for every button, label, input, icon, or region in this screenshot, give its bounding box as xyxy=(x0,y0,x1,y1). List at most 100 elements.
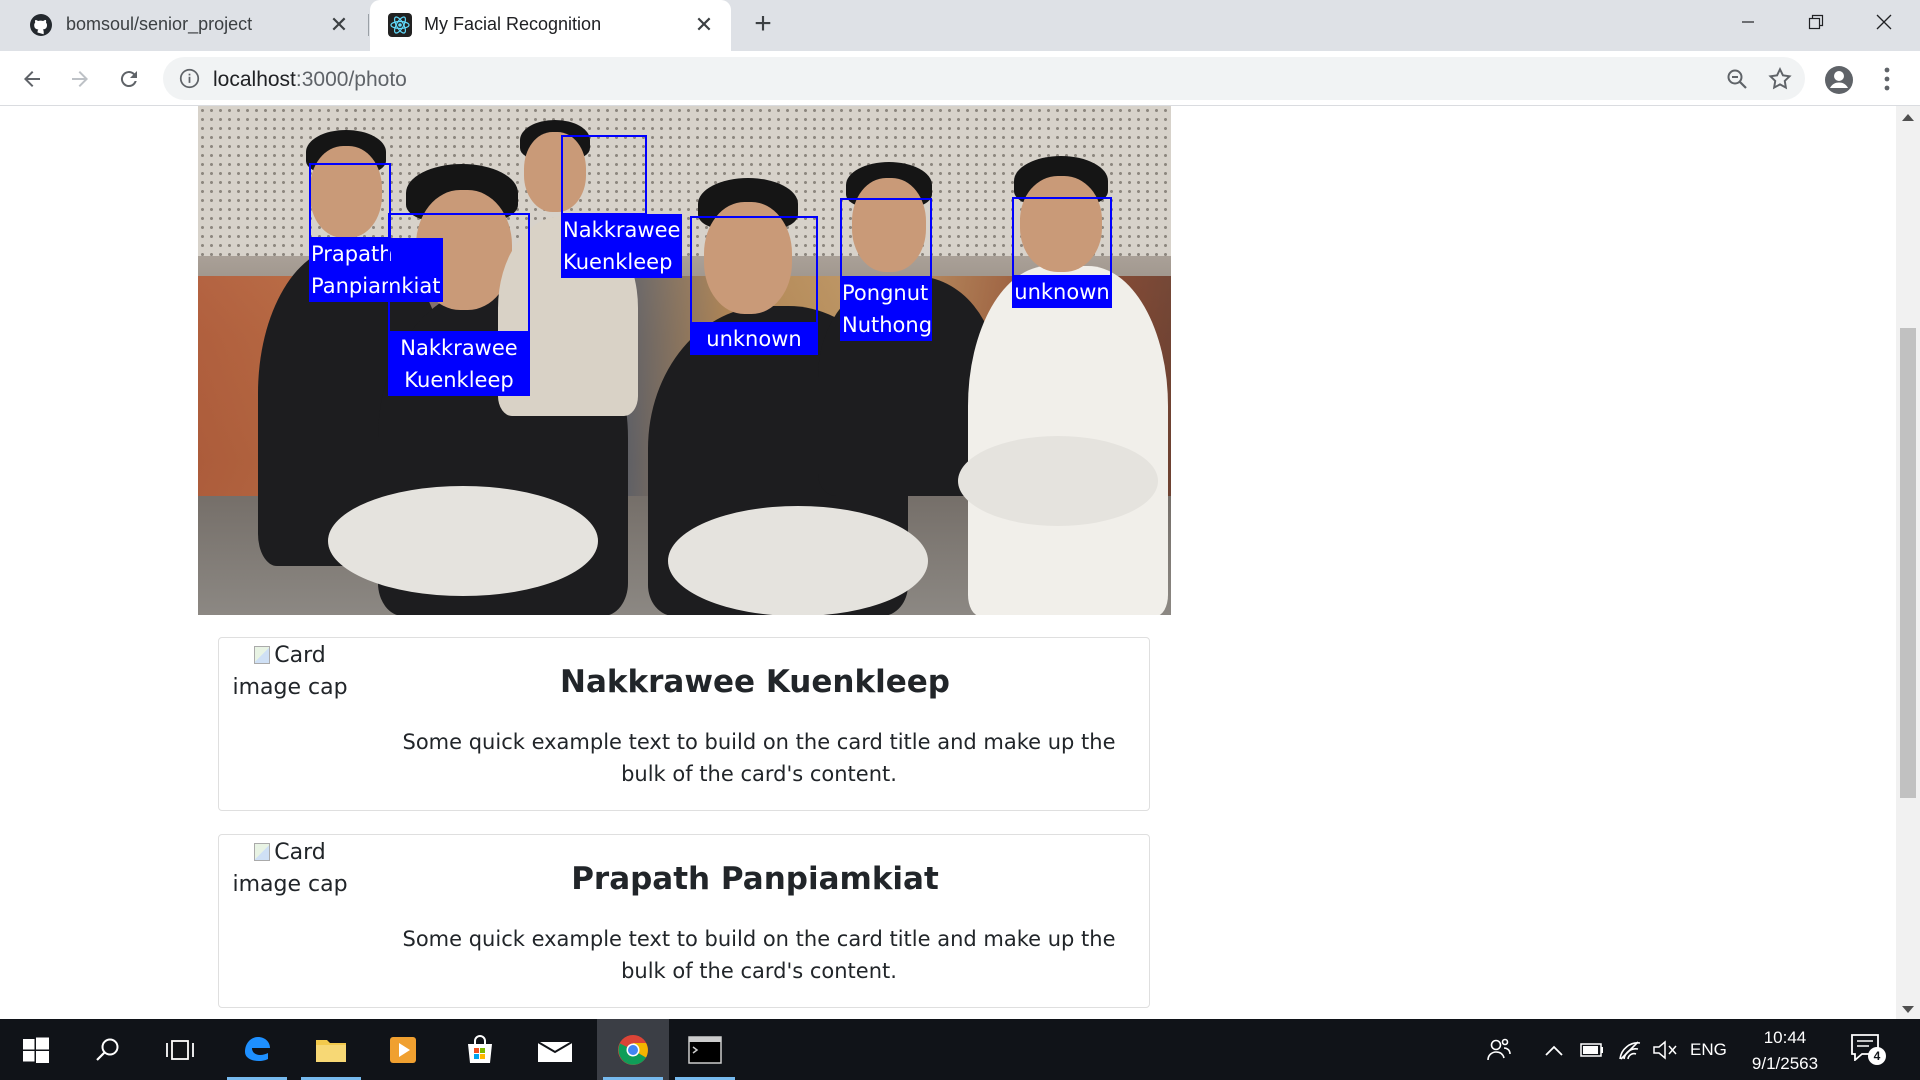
tab-github[interactable]: bomsoul/senior_project ✕ xyxy=(0,0,366,51)
profile-icon[interactable] xyxy=(1824,65,1854,95)
face-label: Nakkrawee Kuenkleep xyxy=(388,332,530,396)
back-arrow-icon xyxy=(24,71,40,87)
broken-image-icon xyxy=(254,646,271,664)
close-tab-icon[interactable]: ✕ xyxy=(326,12,352,38)
chevron-up-icon xyxy=(1545,1045,1563,1056)
face-label: Pongnut Nuthong xyxy=(840,277,932,341)
tab-facial-recognition[interactable]: My Facial Recognition ✕ xyxy=(370,0,731,51)
url-host: localhost xyxy=(213,68,296,91)
reload-button[interactable] xyxy=(113,63,145,95)
back-button[interactable] xyxy=(16,63,48,95)
react-icon xyxy=(388,13,412,37)
people-icon xyxy=(1487,1038,1511,1060)
face-box xyxy=(561,135,647,215)
chrome-button[interactable] xyxy=(597,1019,669,1080)
media-player-icon xyxy=(390,1036,416,1063)
media-player-button[interactable] xyxy=(367,1019,439,1080)
close-tab-icon[interactable]: ✕ xyxy=(691,12,717,38)
edge-icon xyxy=(245,1036,270,1061)
windows-taskbar: ENG 10:44 9/1/2563 4 xyxy=(0,1019,1920,1080)
scroll-down-icon[interactable] xyxy=(1902,1006,1914,1013)
mail-button[interactable] xyxy=(519,1019,591,1080)
action-center-button[interactable]: 4 xyxy=(1850,1033,1886,1065)
face-label-line: Kuenkleep xyxy=(404,368,514,392)
reload-icon xyxy=(120,71,137,88)
face-label-line: Nakkrawee xyxy=(400,336,518,360)
card-image: Card image cap xyxy=(221,837,359,901)
face-label-line: unknown xyxy=(706,327,802,351)
recognition-photo: Prapath Panpiamkiat Nakkrawee Kuenkleep … xyxy=(198,106,1171,615)
store-icon xyxy=(468,1034,492,1063)
task-view-button[interactable] xyxy=(144,1019,216,1080)
face-label-line: Nakkrawee xyxy=(563,218,681,242)
page-viewport: Prapath Panpiamkiat Nakkrawee Kuenkleep … xyxy=(0,106,1920,1019)
people-button[interactable] xyxy=(1486,1019,1512,1080)
face-box xyxy=(309,163,391,239)
windows-start-icon xyxy=(23,1037,49,1063)
card-image-alt: Card image cap xyxy=(232,840,348,897)
zoom-icon[interactable] xyxy=(1725,67,1749,91)
start-button[interactable] xyxy=(0,1019,72,1080)
clock-date: 9/1/2563 xyxy=(1751,1054,1819,1073)
face-label-line: unknown xyxy=(1014,280,1110,304)
card-title: Nakkrawee Kuenkleep xyxy=(560,664,950,700)
scroll-up-icon[interactable] xyxy=(1902,114,1914,121)
search-icon xyxy=(96,1038,119,1061)
forward-arrow-icon xyxy=(72,71,88,87)
tab-title: My Facial Recognition xyxy=(424,14,602,34)
volume-button[interactable] xyxy=(1652,1019,1678,1080)
face-label: unknown xyxy=(1012,276,1112,308)
card-image: Card image cap xyxy=(221,640,359,704)
face-label-line: Nuthong xyxy=(842,313,933,337)
battery-icon xyxy=(1580,1042,1603,1057)
scrollbar-thumb[interactable] xyxy=(1900,328,1916,798)
github-icon xyxy=(30,14,52,36)
show-hidden-icons[interactable] xyxy=(1544,1019,1564,1080)
store-button[interactable] xyxy=(444,1019,516,1080)
broken-image-icon xyxy=(254,843,271,861)
face-label: unknown xyxy=(690,323,818,355)
browser-toolbar: localhost:3000/photo xyxy=(0,51,1920,106)
clock-time: 10:44 xyxy=(1763,1028,1807,1047)
url-path: :3000/photo xyxy=(295,68,407,91)
face-box xyxy=(690,216,818,324)
file-explorer-icon xyxy=(316,1039,346,1062)
face-label-line: Kuenkleep xyxy=(563,250,673,274)
file-explorer-button[interactable] xyxy=(295,1019,367,1080)
face-label: Nakkrawee Kuenkleep xyxy=(561,214,683,278)
restore-icon[interactable] xyxy=(1782,0,1850,44)
new-tab-button[interactable]: + xyxy=(748,9,778,40)
menu-dots-icon[interactable] xyxy=(1876,64,1898,94)
task-view-icon xyxy=(166,1039,194,1060)
close-window-icon[interactable] xyxy=(1850,0,1918,44)
mail-icon xyxy=(537,1040,573,1062)
url-text: localhost:3000/photo xyxy=(213,68,407,92)
wifi-button[interactable] xyxy=(1618,1019,1642,1080)
notification-count-badge: 4 xyxy=(1868,1047,1886,1065)
person-card: Card image cap Prapath Panpiamkiat Some … xyxy=(218,834,1150,1008)
tab-title: bomsoul/senior_project xyxy=(66,14,253,34)
face-box xyxy=(388,213,530,333)
battery-button[interactable] xyxy=(1580,1019,1604,1080)
face-box xyxy=(840,198,932,278)
face-box xyxy=(1012,197,1112,277)
card-text: Some quick example text to build on the … xyxy=(402,927,1116,983)
forward-button[interactable] xyxy=(64,63,96,95)
edge-button[interactable] xyxy=(221,1019,293,1080)
language-indicator[interactable]: ENG xyxy=(1690,1019,1727,1080)
wifi-icon xyxy=(1619,1040,1641,1060)
address-bar[interactable]: localhost:3000/photo xyxy=(163,57,1805,100)
taskbar-clock[interactable]: 10:44 9/1/2563 xyxy=(1740,1025,1830,1077)
chrome-icon xyxy=(618,1034,648,1065)
terminal-button[interactable] xyxy=(669,1019,741,1080)
volume-muted-icon xyxy=(1653,1039,1677,1060)
minimize-icon[interactable] xyxy=(1714,0,1782,44)
card-image-alt: Card image cap xyxy=(232,643,348,700)
face-label-line: Pongnut xyxy=(842,281,929,305)
card-title: Prapath Panpiamkiat xyxy=(571,861,939,897)
info-icon[interactable] xyxy=(179,68,200,89)
page-scrollbar[interactable] xyxy=(1896,106,1920,1019)
bookmark-star-icon[interactable] xyxy=(1767,66,1793,92)
person-card: Card image cap Nakkrawee Kuenkleep Some … xyxy=(218,637,1150,811)
search-button[interactable] xyxy=(72,1019,144,1080)
